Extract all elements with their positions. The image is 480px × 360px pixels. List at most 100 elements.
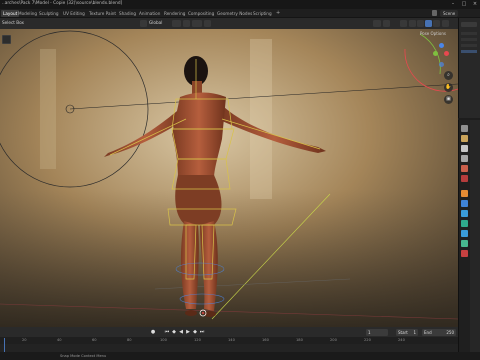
ruler-tick: 200 (330, 338, 337, 342)
tab-sculpting[interactable]: Sculpting (37, 10, 61, 17)
outliner-row[interactable] (461, 32, 477, 35)
current-frame-field[interactable]: 1 (366, 328, 388, 336)
timeline-ruler[interactable]: 20 40 60 80 100 120 140 160 180 200 220 … (0, 337, 458, 344)
tab-rendering[interactable]: Rendering (162, 10, 187, 17)
properties-panel[interactable] (458, 120, 480, 360)
ruler-tick: 60 (92, 338, 97, 342)
transform-orientation-icon[interactable] (140, 20, 147, 27)
viewport-scene (0, 29, 458, 327)
status-hint: Snap Mode Context Menu (60, 353, 107, 358)
end-label: End (424, 329, 432, 335)
gizmo-z-icon[interactable] (439, 43, 444, 48)
tab-compositing[interactable]: Compositing (186, 10, 216, 17)
pivot-point-icon[interactable] (172, 20, 181, 27)
ruler-tick: 140 (228, 338, 235, 342)
material-props-icon[interactable] (461, 250, 468, 257)
shading-rendered-icon[interactable] (433, 20, 440, 27)
viewport-gizmo-icon[interactable] (373, 20, 381, 27)
outliner-filter-field[interactable] (461, 22, 477, 27)
end-frame-field[interactable]: End 250 (422, 328, 456, 336)
tab-animation[interactable]: Animation (137, 10, 162, 17)
world-props-icon[interactable] (461, 175, 468, 182)
outliner-panel[interactable] (458, 18, 480, 118)
scene-icon (432, 10, 437, 16)
ruler-tick: 160 (262, 338, 269, 342)
shading-options-icon[interactable] (442, 20, 449, 27)
tab-modeling[interactable]: Modeling (16, 10, 39, 17)
shading-wireframe-icon[interactable] (409, 20, 416, 27)
window-title: ..arches\Pack 7\Model - Copie (32)\sourc… (2, 1, 123, 6)
minimize-icon[interactable]: – (448, 0, 458, 9)
gizmo-x-icon[interactable] (444, 51, 449, 56)
start-frame-field[interactable]: Start 1 (396, 328, 418, 336)
ruler-tick: 180 (296, 338, 303, 342)
pan-icon[interactable]: ✋ (444, 83, 453, 92)
view-layer-props-icon[interactable] (461, 155, 468, 162)
playhead[interactable] (4, 338, 5, 353)
tab-geometry-nodes[interactable]: Geometry Nodes (215, 10, 254, 17)
tab-texture-paint[interactable]: Texture Paint (87, 10, 118, 17)
pose-options-menu[interactable]: Pose Options (420, 31, 446, 36)
ruler-tick: 20 (22, 338, 27, 342)
modifier-props-icon[interactable] (461, 200, 468, 207)
camera-view-icon[interactable]: ▣ (444, 95, 453, 104)
start-value: 1 (413, 329, 416, 335)
prev-keyframe-icon[interactable]: ◆ (171, 329, 177, 335)
outliner-row[interactable] (461, 38, 477, 41)
proportional-edit-icon[interactable] (204, 20, 211, 27)
end-value: 250 (446, 329, 454, 335)
object-props-icon[interactable] (461, 190, 468, 197)
ruler-tick: 40 (57, 338, 62, 342)
output-props-icon[interactable] (461, 145, 468, 152)
tab-uv-editing[interactable]: UV Editing (61, 10, 87, 17)
constraint-props-icon[interactable] (461, 230, 468, 237)
zoom-icon[interactable]: ⌕ (444, 71, 453, 80)
orientation-global[interactable]: Global (149, 20, 162, 25)
select-box-menu[interactable]: Select Box (2, 20, 24, 25)
play-reverse-icon[interactable]: ◀ (178, 329, 184, 335)
ruler-tick: 80 (127, 338, 132, 342)
next-keyframe-icon[interactable]: ◆ (192, 329, 198, 335)
select-tool-icon[interactable] (2, 35, 11, 44)
gizmo-neg-z-icon[interactable] (439, 62, 444, 67)
window-light (250, 39, 272, 199)
outliner-row-selected[interactable] (461, 50, 477, 53)
gizmo-y-icon[interactable] (433, 51, 438, 56)
scene-props-icon[interactable] (461, 165, 468, 172)
jump-start-icon[interactable]: ⏮ (164, 329, 170, 335)
timeline-header: ● ⏮ ◆ ◀ ▶ ◆ ⏭ 1 Start 1 End 250 (0, 327, 458, 337)
status-bar: Snap Mode Context Menu (0, 352, 480, 360)
xray-icon[interactable] (400, 20, 407, 27)
3d-cursor-center (202, 312, 204, 314)
particles-props-icon[interactable] (461, 210, 468, 217)
render-props-icon[interactable] (461, 135, 468, 142)
record-icon[interactable]: ● (150, 329, 156, 335)
jump-end-icon[interactable]: ⏭ (199, 329, 205, 335)
navigation-gizmo[interactable] (428, 43, 454, 69)
viewport-header: Select Box Global (0, 18, 458, 29)
tab-scripting[interactable]: Scripting (251, 10, 274, 17)
ruler-tick: 100 (160, 338, 167, 342)
play-icon[interactable]: ▶ (185, 329, 191, 335)
maximize-icon[interactable]: □ (459, 0, 469, 9)
workspace-bar: Layout Modeling Sculpting UV Editing Tex… (0, 9, 480, 18)
3d-viewport[interactable]: ⌕ ✋ ▣ Pose Options (0, 29, 458, 327)
window-light (40, 49, 56, 169)
scene-selector[interactable]: Scene (440, 10, 459, 17)
add-workspace-icon[interactable]: + (276, 10, 280, 16)
shading-material-icon[interactable] (425, 20, 432, 27)
data-props-icon[interactable] (461, 240, 468, 247)
shading-solid-icon[interactable] (417, 20, 424, 27)
properties-tabs (459, 120, 470, 360)
overlay-icon[interactable] (383, 20, 390, 27)
ruler-tick: 220 (364, 338, 371, 342)
snap-icon[interactable] (183, 20, 190, 27)
tool-props-icon[interactable] (461, 125, 468, 132)
ruler-tick: 120 (194, 338, 201, 342)
tab-shading[interactable]: Shading (117, 10, 138, 17)
window-titlebar: ..arches\Pack 7\Model - Copie (32)\sourc… (0, 0, 480, 9)
outliner-row[interactable] (461, 44, 477, 47)
snap-target-icon[interactable] (192, 20, 202, 27)
close-icon[interactable]: × (470, 0, 480, 9)
physics-props-icon[interactable] (461, 220, 468, 227)
